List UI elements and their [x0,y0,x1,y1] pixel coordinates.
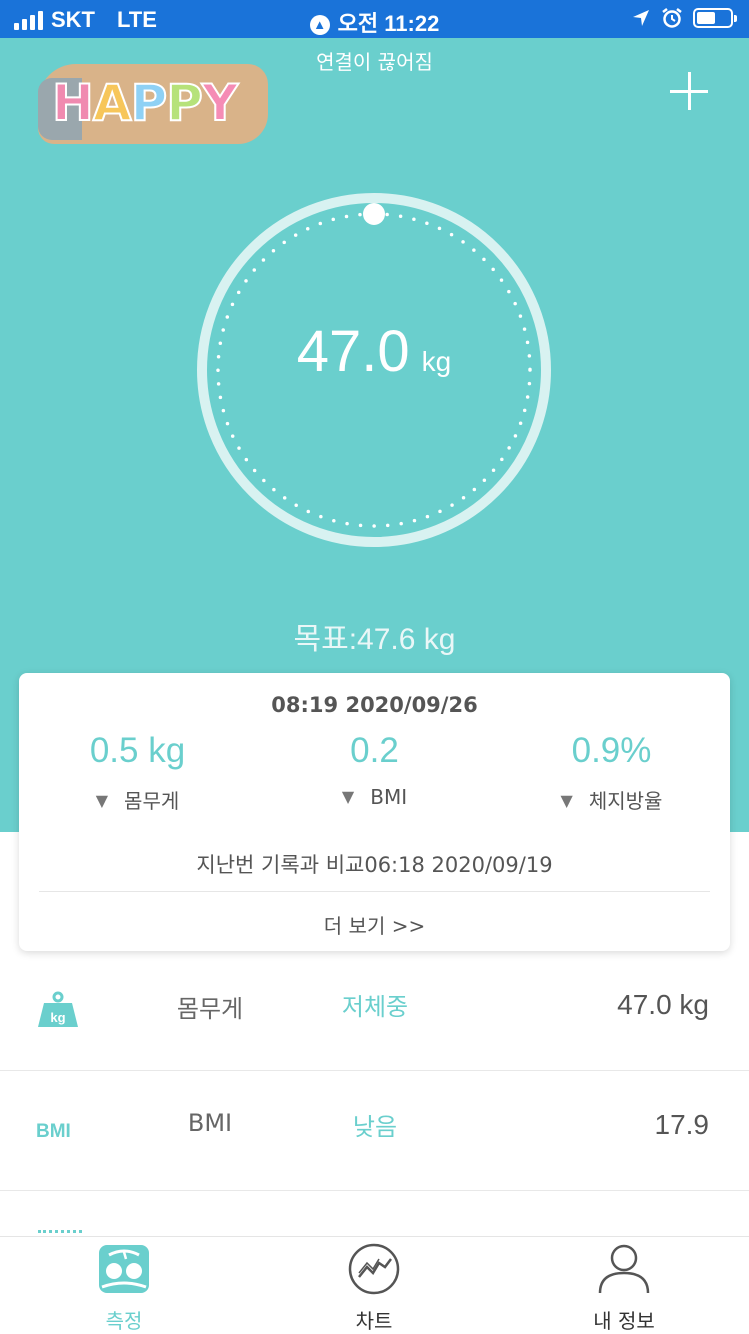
alarm-icon [662,8,682,28]
row-name: 몸무게 [176,995,244,1023]
measure-datetime: 08:19 2020/09/26 [271,693,478,717]
tab-my-info[interactable]: 내 정보 [544,1243,704,1334]
comparison-text: 지난번 기록과 비교06:18 2020/09/19 [196,853,553,877]
metric-value: 0.2 [350,731,399,770]
chart-icon [348,1243,400,1295]
row-status: 낮음 [352,1113,398,1141]
weight-readout: 47.0 kg [192,318,556,385]
more-link[interactable]: 더 보기 >> [19,910,730,939]
metric-label: 몸무게 [124,789,180,813]
scale-icon [99,1245,149,1293]
profile-icon [598,1244,650,1294]
summary-card: 08:19 2020/09/26 0.5 kg ▼ 몸무게 0.2 ▼ BMI 0.… [19,673,730,951]
battery-icon [693,8,737,28]
weight-unit: kg [421,346,452,377]
metric-label: BMI [370,785,408,809]
list-item-weight[interactable]: kg 몸무게 저체중 47.0 kg [0,951,749,1071]
tab-label: 측정 [105,1309,143,1333]
tab-label: 차트 [355,1309,393,1333]
down-arrow-icon: ▼ [95,791,109,810]
weight-kg-icon: kg [38,991,78,1027]
metric-bmi: 0.2 ▼ BMI [256,731,493,809]
bmi-icon: BMI [36,1121,71,1142]
tab-label: 내 정보 [593,1309,655,1333]
logo-word: HAPPY [51,73,239,133]
metric-weight: 0.5 kg ▼ 몸무게 [19,731,256,814]
status-bar: SKT LTE ▲ 오전 11:22 [0,0,749,38]
row-value: 47.0 kg [617,989,709,1020]
clock-time: 오전 11:22 [337,11,440,36]
metric-body-fat: 0.9% ▼ 체지방율 [493,731,730,814]
status-right [631,7,737,29]
navigation-icon: ▲ [309,15,330,35]
metric-label: 체지방율 [588,789,663,813]
tab-chart[interactable]: 차트 [294,1243,454,1334]
weight-icon-label: kg [50,1010,65,1025]
plus-icon[interactable] [670,72,708,110]
tab-measure[interactable]: 측정 [44,1243,204,1334]
list-item-bmi[interactable]: BMI BMI 낮음 17.9 [0,1071,749,1191]
row-value: 17.9 [654,1109,710,1140]
row-status: 저체중 [341,993,409,1021]
gauge-indicator [363,203,385,225]
card-divider [39,891,710,892]
goal-text: 목표:47.6 kg [293,623,456,656]
metric-value: 0.9% [571,731,652,770]
down-arrow-icon: ▼ [560,791,573,810]
tab-bar: 측정 차트 내 정보 [0,1236,749,1334]
weight-value: 47.0 [296,319,410,384]
metric-value: 0.5 kg [89,731,186,770]
row-name: BMI [187,1109,233,1137]
happy-logo[interactable]: HAPPY [38,60,286,156]
down-arrow-icon: ▼ [341,787,355,806]
location-arrow-icon [633,10,649,26]
